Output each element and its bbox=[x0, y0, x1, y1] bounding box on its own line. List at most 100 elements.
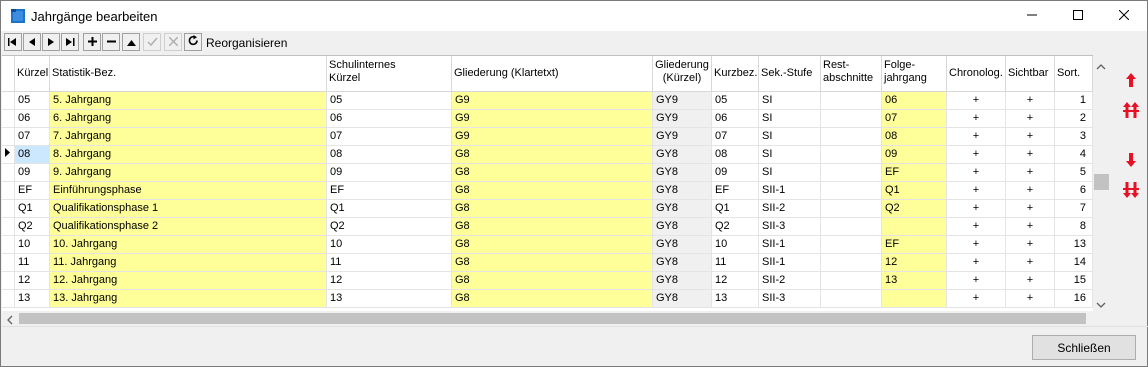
cell-gliederung-klartext[interactable]: G8 bbox=[452, 164, 653, 182]
cell-kuerzel[interactable]: 12 bbox=[15, 272, 50, 290]
cancel-edit-button[interactable] bbox=[164, 33, 182, 51]
move-to-top-button[interactable] bbox=[1121, 100, 1141, 122]
cell-chronolog[interactable]: + bbox=[947, 164, 1006, 182]
cell-kuerzel[interactable]: 05 bbox=[15, 92, 50, 110]
cell-gliederung-kurz[interactable]: GY9 bbox=[653, 128, 712, 146]
cell-restabschnitte[interactable] bbox=[821, 182, 882, 200]
cell-sekstufe[interactable]: SII-2 bbox=[759, 272, 821, 290]
cell-sort[interactable]: 15 bbox=[1055, 272, 1093, 290]
cell-sichtbar[interactable]: + bbox=[1006, 110, 1055, 128]
cell-kurzbez[interactable]: 05 bbox=[712, 92, 759, 110]
cell-chronolog[interactable]: + bbox=[947, 110, 1006, 128]
col-header-sichtbar[interactable]: Sichtbar bbox=[1006, 56, 1055, 92]
cell-kurzbez[interactable]: 10 bbox=[712, 236, 759, 254]
cell-sekstufe[interactable]: SII-2 bbox=[759, 200, 821, 218]
cell-chronolog[interactable]: + bbox=[947, 128, 1006, 146]
cell-sort[interactable]: 13 bbox=[1055, 236, 1093, 254]
cell-gliederung-kurz[interactable]: GY8 bbox=[653, 236, 712, 254]
cell-kurzbez[interactable]: 07 bbox=[712, 128, 759, 146]
cell-sichtbar[interactable]: + bbox=[1006, 146, 1055, 164]
cell-folgejahrgang[interactable]: 07 bbox=[882, 110, 947, 128]
cell-chronolog[interactable]: + bbox=[947, 236, 1006, 254]
cell-sichtbar[interactable]: + bbox=[1006, 218, 1055, 236]
cell-sort[interactable]: 14 bbox=[1055, 254, 1093, 272]
move-down-button[interactable] bbox=[1121, 150, 1141, 172]
cell-sekstufe[interactable]: SI bbox=[759, 110, 821, 128]
cell-sekstufe[interactable]: SI bbox=[759, 128, 821, 146]
cell-folgejahrgang[interactable]: 09 bbox=[882, 146, 947, 164]
cell-kuerzel[interactable]: 13 bbox=[15, 290, 50, 308]
cell-chronolog[interactable]: + bbox=[947, 146, 1006, 164]
col-header-chronolog[interactable]: Chronolog. bbox=[947, 56, 1006, 92]
col-header-kurzbez[interactable]: Kurzbez. bbox=[712, 56, 759, 92]
cell-sekstufe[interactable]: SII-1 bbox=[759, 254, 821, 272]
table-row[interactable]: 09 9. Jahrgang 09 G8 GY8 09 SI EF + +5 bbox=[2, 164, 1093, 182]
cell-kurzbez[interactable]: 06 bbox=[712, 110, 759, 128]
col-header-sort[interactable]: Sort. bbox=[1055, 56, 1093, 92]
cell-gliederung-klartext[interactable]: G8 bbox=[452, 254, 653, 272]
cell-kurzbez[interactable]: 12 bbox=[712, 272, 759, 290]
scroll-up-icon[interactable] bbox=[1096, 59, 1106, 73]
cell-restabschnitte[interactable] bbox=[821, 146, 882, 164]
cell-kuerzel[interactable]: 09 bbox=[15, 164, 50, 182]
cell-chronolog[interactable]: + bbox=[947, 218, 1006, 236]
cell-kuerzel[interactable]: 11 bbox=[15, 254, 50, 272]
cell-gliederung-kurz[interactable]: GY8 bbox=[653, 272, 712, 290]
cell-gliederung-kurz[interactable]: GY8 bbox=[653, 200, 712, 218]
cell-sichtbar[interactable]: + bbox=[1006, 236, 1055, 254]
horizontal-scroll-thumb[interactable] bbox=[19, 313, 1086, 324]
table-row[interactable]: EF Einführungsphase EF G8 GY8 EF SII-1 Q1 + +6 bbox=[2, 182, 1093, 200]
cell-kurzbez[interactable]: EF bbox=[712, 182, 759, 200]
first-record-button[interactable] bbox=[4, 33, 22, 51]
col-header-schulintern[interactable]: Schulinternes Kürzel bbox=[327, 56, 452, 92]
cell-schulintern[interactable]: 10 bbox=[327, 236, 452, 254]
cell-schulintern[interactable]: 06 bbox=[327, 110, 452, 128]
cell-gliederung-kurz[interactable]: GY8 bbox=[653, 164, 712, 182]
cell-restabschnitte[interactable] bbox=[821, 164, 882, 182]
cell-kurzbez[interactable]: 08 bbox=[712, 146, 759, 164]
cell-statistik[interactable]: 8. Jahrgang bbox=[50, 146, 327, 164]
cell-chronolog[interactable]: + bbox=[947, 272, 1006, 290]
cell-sort[interactable]: 6 bbox=[1055, 182, 1093, 200]
insert-record-button[interactable] bbox=[83, 33, 101, 51]
cell-sichtbar[interactable]: + bbox=[1006, 272, 1055, 290]
cell-sekstufe[interactable]: SI bbox=[759, 146, 821, 164]
table-row[interactable]: Q1 Qualifikationsphase 1 Q1 G8 GY8 Q1 SII-2 Q2 +… bbox=[2, 200, 1093, 218]
cell-kurzbez[interactable]: Q2 bbox=[712, 218, 759, 236]
cell-folgejahrgang[interactable]: Q1 bbox=[882, 182, 947, 200]
cell-schulintern[interactable]: EF bbox=[327, 182, 452, 200]
cell-statistik[interactable]: 9. Jahrgang bbox=[50, 164, 327, 182]
cell-sort[interactable]: 1 bbox=[1055, 92, 1093, 110]
cell-sichtbar[interactable]: + bbox=[1006, 164, 1055, 182]
cell-gliederung-kurz[interactable]: GY9 bbox=[653, 110, 712, 128]
cell-kurzbez[interactable]: 13 bbox=[712, 290, 759, 308]
table-row[interactable]: 10 10. Jahrgang 10 G8 GY8 10 SII-1 EF + +13 bbox=[2, 236, 1093, 254]
cell-sekstufe[interactable]: SII-1 bbox=[759, 236, 821, 254]
cell-sekstufe[interactable]: SII-3 bbox=[759, 218, 821, 236]
cell-sort[interactable]: 5 bbox=[1055, 164, 1093, 182]
cell-gliederung-klartext[interactable]: G9 bbox=[452, 110, 653, 128]
move-to-bottom-button[interactable] bbox=[1121, 180, 1141, 202]
cell-schulintern[interactable]: 09 bbox=[327, 164, 452, 182]
cell-sichtbar[interactable]: + bbox=[1006, 92, 1055, 110]
cell-chronolog[interactable]: + bbox=[947, 254, 1006, 272]
cell-chronolog[interactable]: + bbox=[947, 290, 1006, 308]
reorganize-button[interactable]: Reorganisieren bbox=[206, 36, 287, 50]
cell-folgejahrgang[interactable]: 13 bbox=[882, 272, 947, 290]
vertical-scrollbar[interactable] bbox=[1093, 55, 1110, 311]
cell-kuerzel[interactable]: Q1 bbox=[15, 200, 50, 218]
col-header-gliederung-kurz[interactable]: Gliederung (Kürzel) bbox=[653, 56, 712, 92]
minimize-button[interactable] bbox=[1009, 1, 1055, 31]
col-header-sekstufe[interactable]: Sek.-Stufe bbox=[759, 56, 821, 92]
cell-kuerzel[interactable]: 07 bbox=[15, 128, 50, 146]
cell-restabschnitte[interactable] bbox=[821, 290, 882, 308]
scroll-down-icon[interactable] bbox=[1096, 297, 1106, 311]
cell-gliederung-klartext[interactable]: G8 bbox=[452, 290, 653, 308]
close-dialog-button[interactable]: Schließen bbox=[1032, 335, 1136, 360]
move-up-button[interactable] bbox=[1121, 70, 1141, 92]
cell-sort[interactable]: 4 bbox=[1055, 146, 1093, 164]
cell-gliederung-kurz[interactable]: GY8 bbox=[653, 146, 712, 164]
cell-kurzbez[interactable]: 09 bbox=[712, 164, 759, 182]
cell-gliederung-kurz[interactable]: GY8 bbox=[653, 182, 712, 200]
cell-statistik[interactable]: 10. Jahrgang bbox=[50, 236, 327, 254]
